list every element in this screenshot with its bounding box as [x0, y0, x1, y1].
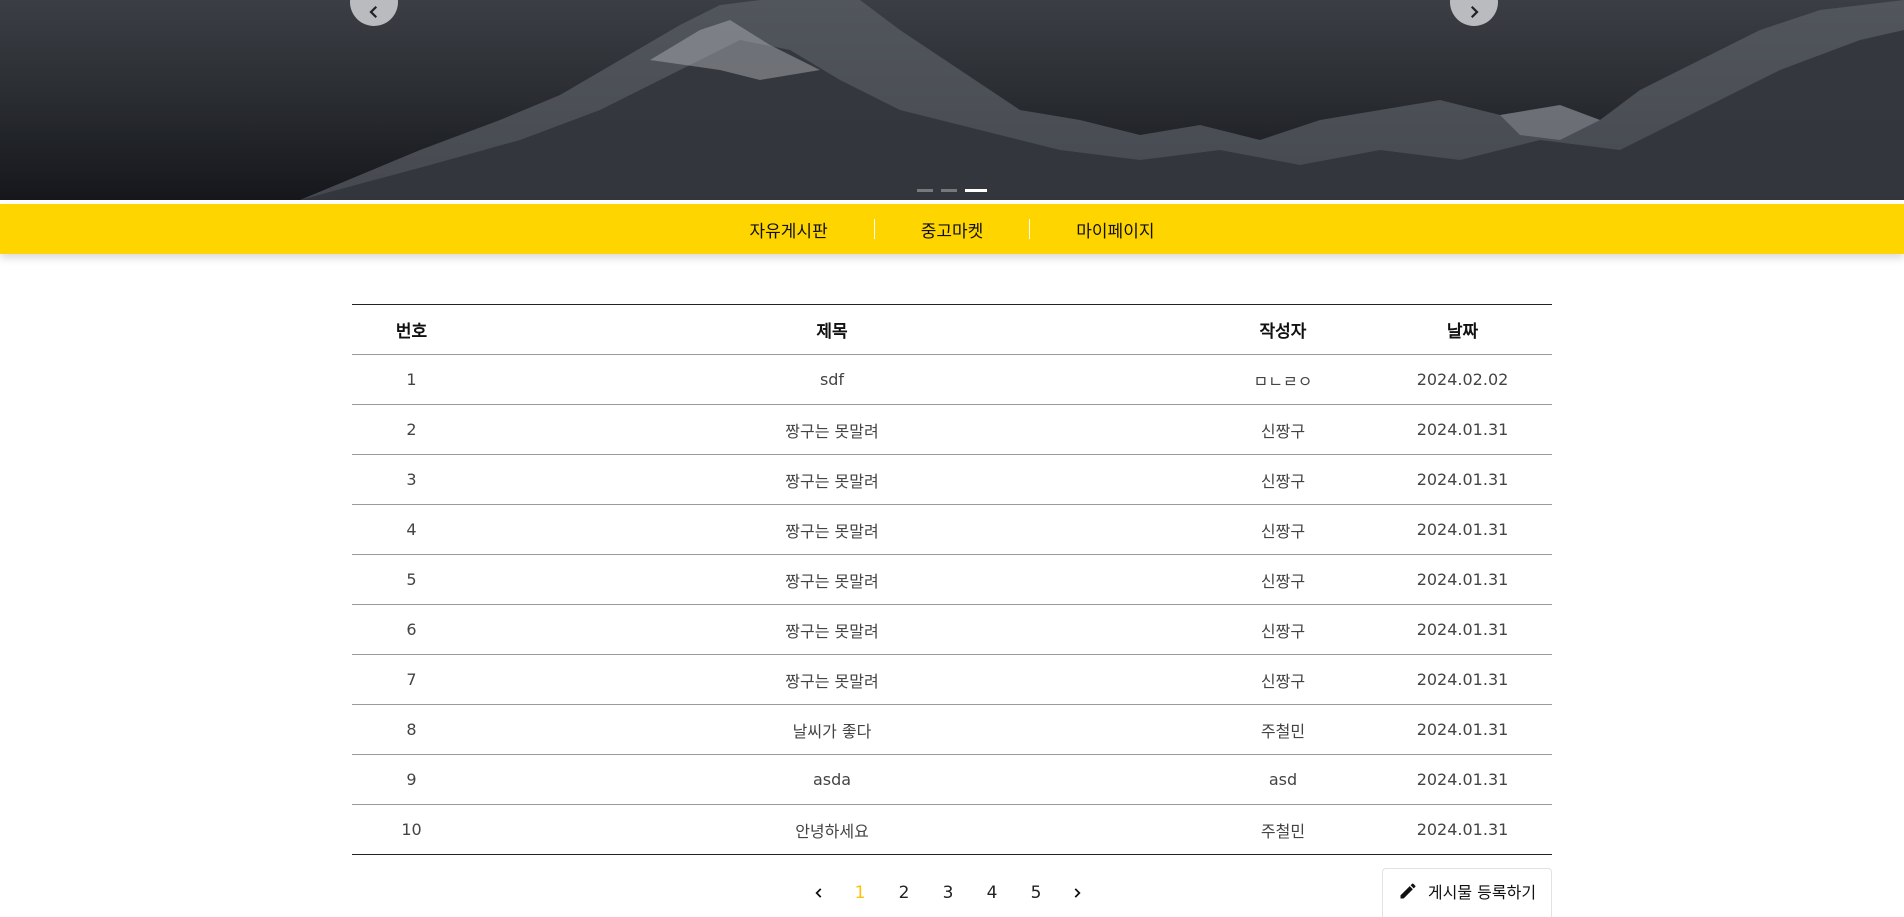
cell-date: 2024.01.31 — [1373, 504, 1552, 555]
table-row[interactable]: 9 asda asd 2024.01.31 — [352, 754, 1552, 805]
cell-title[interactable]: 짱구는 못말려 — [471, 554, 1193, 605]
cell-title[interactable]: 짱구는 못말려 — [471, 604, 1193, 655]
cell-date: 2024.01.31 — [1373, 604, 1552, 655]
cell-title[interactable]: 짱구는 못말려 — [471, 654, 1193, 705]
cell-number: 5 — [352, 554, 471, 605]
cell-date: 2024.01.31 — [1373, 704, 1552, 755]
nav-item-free-board[interactable]: 자유게시판 — [704, 217, 874, 242]
cell-title[interactable]: 날씨가 좋다 — [471, 704, 1193, 755]
carousel-indicator-1[interactable] — [917, 189, 933, 192]
header-title: 제목 — [471, 304, 1193, 355]
cell-date: 2024.01.31 — [1373, 654, 1552, 705]
table-row[interactable]: 1 sdf ㅁㄴㄹㅇ 2024.02.02 — [352, 354, 1552, 405]
table-row[interactable]: 7 짱구는 못말려 신짱구 2024.01.31 — [352, 654, 1552, 705]
table-header-row: 번호 제목 작성자 날짜 — [352, 304, 1552, 355]
page-number-2[interactable]: 2 — [882, 883, 926, 903]
cell-author: asd — [1193, 754, 1373, 805]
page-number-1[interactable]: 1 — [838, 883, 882, 903]
cell-number: 7 — [352, 654, 471, 705]
table-row[interactable]: 2 짱구는 못말려 신짱구 2024.01.31 — [352, 404, 1552, 455]
cell-number: 3 — [352, 454, 471, 505]
table-row[interactable]: 8 날씨가 좋다 주철민 2024.01.31 — [352, 704, 1552, 755]
pagination: 1 2 3 4 5 — [806, 880, 1090, 906]
cell-number: 9 — [352, 754, 471, 805]
main-navbar: 자유게시판 중고마켓 마이페이지 — [0, 204, 1904, 254]
page-number-4[interactable]: 4 — [970, 883, 1014, 903]
cell-date: 2024.01.31 — [1373, 404, 1552, 455]
table-row[interactable]: 10 안녕하세요 주철민 2024.01.31 — [352, 804, 1552, 855]
cell-number: 4 — [352, 504, 471, 555]
chevron-left-icon — [815, 888, 822, 898]
nav-item-used-market[interactable]: 중고마켓 — [875, 217, 1030, 242]
cell-date: 2024.01.31 — [1373, 754, 1552, 805]
board-table: 번호 제목 작성자 날짜 1 sdf ㅁㄴㄹㅇ 2024.02.02 2 짱구는… — [352, 304, 1552, 855]
cell-title[interactable]: 안녕하세요 — [471, 804, 1193, 855]
cell-author: ㅁㄴㄹㅇ — [1193, 354, 1373, 405]
page-list: 1 2 3 4 5 — [838, 883, 1058, 903]
chevron-left-icon — [369, 5, 378, 19]
table-row[interactable]: 6 짱구는 못말려 신짱구 2024.01.31 — [352, 604, 1552, 655]
cell-title[interactable]: asda — [471, 754, 1193, 805]
page-prev-button[interactable] — [806, 880, 832, 906]
cell-title[interactable]: sdf — [471, 354, 1193, 405]
carousel-indicator-2[interactable] — [941, 189, 957, 192]
banner-carousel — [0, 0, 1904, 200]
nav-item-my-page[interactable]: 마이페이지 — [1030, 217, 1200, 242]
cell-author: 신짱구 — [1193, 654, 1373, 705]
page-number-3[interactable]: 3 — [926, 883, 970, 903]
cell-author: 신짱구 — [1193, 504, 1373, 555]
cell-author: 신짱구 — [1193, 604, 1373, 655]
cell-author: 주철민 — [1193, 704, 1373, 755]
table-row[interactable]: 4 짱구는 못말려 신짱구 2024.01.31 — [352, 504, 1552, 555]
cell-author: 신짱구 — [1193, 404, 1373, 455]
cell-title[interactable]: 짱구는 못말려 — [471, 454, 1193, 505]
write-post-button[interactable]: 게시물 등록하기 — [1382, 868, 1552, 917]
cell-date: 2024.01.31 — [1373, 454, 1552, 505]
cell-title[interactable]: 짱구는 못말려 — [471, 504, 1193, 555]
page-number-5[interactable]: 5 — [1014, 883, 1058, 903]
cell-number: 1 — [352, 354, 471, 405]
cell-author: 신짱구 — [1193, 554, 1373, 605]
header-author: 작성자 — [1193, 304, 1373, 355]
table-row[interactable]: 5 짱구는 못말려 신짱구 2024.01.31 — [352, 554, 1552, 605]
chevron-right-icon — [1470, 5, 1479, 19]
carousel-indicator-3[interactable] — [965, 189, 987, 192]
table-row[interactable]: 3 짱구는 못말려 신짱구 2024.01.31 — [352, 454, 1552, 505]
header-date: 날짜 — [1373, 304, 1552, 355]
chevron-right-icon — [1074, 888, 1081, 898]
cell-number: 8 — [352, 704, 471, 755]
carousel-indicators — [917, 189, 987, 192]
page-next-button[interactable] — [1064, 880, 1090, 906]
cell-title[interactable]: 짱구는 못말려 — [471, 404, 1193, 455]
header-number: 번호 — [352, 304, 471, 355]
cell-number: 6 — [352, 604, 471, 655]
mountain-image — [300, 0, 1904, 200]
cell-author: 주철민 — [1193, 804, 1373, 855]
cell-date: 2024.01.31 — [1373, 804, 1552, 855]
cell-number: 10 — [352, 804, 471, 855]
cell-date: 2024.01.31 — [1373, 554, 1552, 605]
cell-date: 2024.02.02 — [1373, 354, 1552, 405]
cell-number: 2 — [352, 404, 471, 455]
cell-author: 신짱구 — [1193, 454, 1373, 505]
write-post-label: 게시물 등록하기 — [1427, 883, 1537, 902]
pencil-icon — [1400, 883, 1416, 899]
